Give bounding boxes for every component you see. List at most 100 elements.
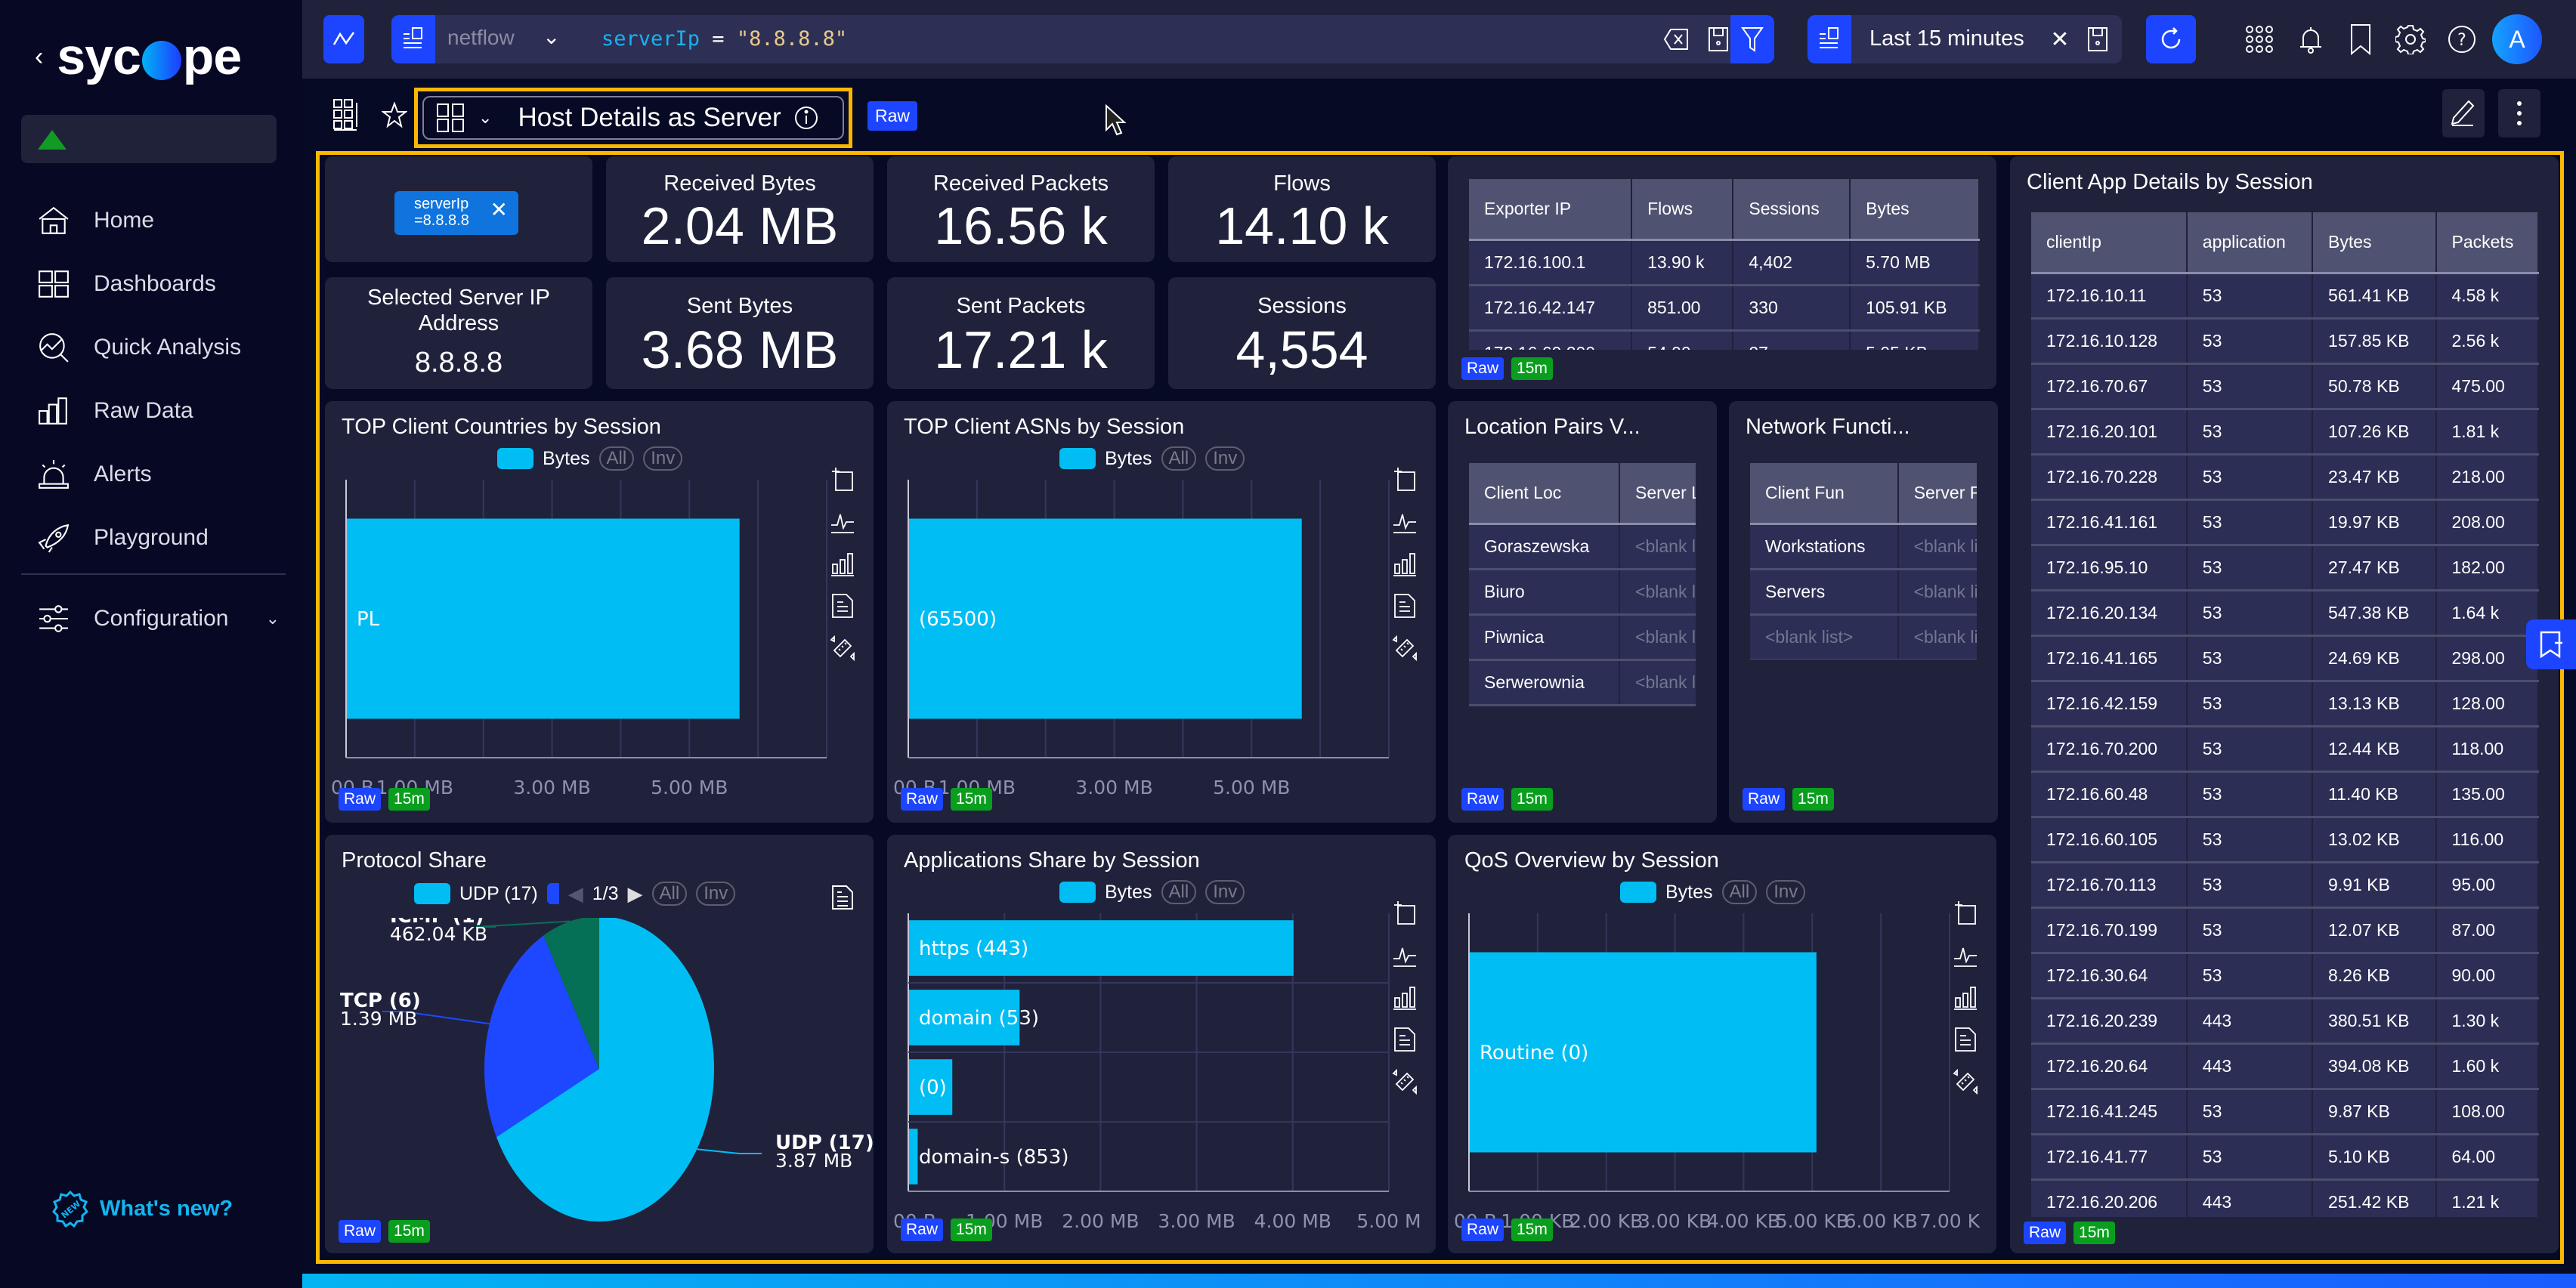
- column-header[interactable]: Sessions: [1733, 179, 1851, 241]
- column-header[interactable]: Bytes: [1850, 179, 1980, 241]
- table-row[interactable]: 172.16.42.147 851.00 330 105.91 KB: [1469, 285, 1980, 332]
- user-avatar[interactable]: A: [2492, 14, 2542, 64]
- table-row[interactable]: 172.16.60.20054.00275.05 KB: [1469, 330, 1980, 350]
- table-row[interactable]: 172.16.10.11 53 561.41 KB 4.58 k: [2031, 273, 2539, 320]
- table-row[interactable]: 172.16.42.159 53 13.13 KB 128.00: [2031, 681, 2539, 727]
- table-row[interactable]: 172.16.20.134 53 547.38 KB 1.64 k: [2031, 590, 2539, 637]
- save-time-icon[interactable]: [2084, 26, 2111, 53]
- table-row[interactable]: 172.16.41.77 53 5.10 KB 64.00: [2031, 1134, 2539, 1181]
- column-header[interactable]: Bytes: [2312, 212, 2437, 274]
- table-row[interactable]: Servers<blank list: [1750, 569, 1977, 616]
- legend-label[interactable]: Bytes: [1105, 448, 1152, 470]
- sidebar-item-raw-data[interactable]: Raw Data: [38, 379, 287, 443]
- column-header[interactable]: Exporter IP: [1469, 179, 1633, 241]
- table-row[interactable]: Piwnica<blank list: [1469, 614, 1696, 661]
- sidebar-item-alerts[interactable]: Alerts: [38, 443, 287, 506]
- clear-time-icon[interactable]: ✕: [2048, 26, 2072, 53]
- exporters-table-viewport[interactable]: Exporter IP Flows Sessions Bytes 172.16.100…: [1469, 179, 1980, 350]
- query-input[interactable]: serverIp = "8.8.8.8": [601, 27, 847, 51]
- legend-all-button[interactable]: All: [1161, 446, 1197, 471]
- column-header[interactable]: Packets: [2435, 212, 2539, 274]
- table-row[interactable]: 172.16.70.113 53 9.91 KB 95.00: [2031, 862, 2539, 909]
- table-row[interactable]: 172.16.20.101 53 107.26 KB 1.81 k: [2031, 409, 2539, 456]
- apps-grid-icon[interactable]: [2243, 23, 2276, 56]
- filter-button[interactable]: [1730, 15, 1774, 63]
- time-range-picker[interactable]: Last 15 minutes ✕: [1808, 15, 2122, 63]
- chevron-down-icon[interactable]: ⌄: [266, 609, 280, 629]
- legend-swatch[interactable]: [1620, 882, 1656, 903]
- sidebar-item-quick-analysis[interactable]: Quick Analysis: [38, 316, 287, 379]
- favorite-star-icon[interactable]: [381, 98, 408, 131]
- table-row[interactable]: <blank list><blank list: [1750, 614, 1977, 659]
- table-row[interactable]: 172.16.20.206 443 251.42 KB 1.21 k: [2031, 1179, 2539, 1217]
- legend-inv-button[interactable]: Inv: [1205, 446, 1245, 471]
- analytics-button[interactable]: [323, 15, 364, 63]
- legend-swatch[interactable]: [414, 883, 450, 904]
- time-range-source-button[interactable]: [1808, 15, 1851, 63]
- logo[interactable]: ‹ syc pe: [35, 27, 242, 86]
- table-row[interactable]: 172.16.60.105 53 13.02 KB 116.00: [2031, 817, 2539, 863]
- legend-all-button[interactable]: All: [651, 882, 688, 906]
- legend-swatch[interactable]: [497, 448, 533, 469]
- legend-all-button[interactable]: All: [598, 446, 635, 471]
- datasource-button[interactable]: [391, 15, 435, 63]
- column-header[interactable]: Client Loc: [1469, 463, 1621, 525]
- sidebar-item-dashboards[interactable]: Dashboards: [38, 252, 287, 316]
- column-header[interactable]: Server Lo: [1619, 463, 1696, 525]
- dashboard-selector[interactable]: ⌄ Host Details as Server: [414, 88, 852, 148]
- query-bar[interactable]: netflow ⌄ serverIp = "8.8.8.8": [391, 15, 1774, 63]
- table-row[interactable]: 172.16.30.64 53 8.26 KB 90.00: [2031, 953, 2539, 999]
- raw-mode-badge[interactable]: Raw: [867, 101, 918, 131]
- legend-swatch[interactable]: [546, 883, 559, 904]
- sidebar-item-home[interactable]: Home: [38, 189, 287, 252]
- table-row[interactable]: 172.16.10.128 53 157.85 KB 2.56 k: [2031, 318, 2539, 365]
- table-row[interactable]: Workstations<blank list: [1750, 524, 1977, 570]
- edit-dashboard-button[interactable]: [2442, 89, 2485, 137]
- datasource-chevron-icon[interactable]: ⌄: [543, 24, 560, 49]
- table-row[interactable]: 172.16.70.199 53 12.07 KB 87.00: [2031, 907, 2539, 954]
- legend-next-icon[interactable]: ▶: [628, 882, 643, 906]
- table-row[interactable]: 172.16.70.200 53 12.44 KB 118.00: [2031, 726, 2539, 773]
- table-row[interactable]: Biuro<blank list: [1469, 569, 1696, 616]
- legend-inv-button[interactable]: Inv: [696, 882, 736, 906]
- legend-swatch[interactable]: [1059, 882, 1096, 903]
- legend-inv-button[interactable]: Inv: [1766, 880, 1806, 904]
- table-row[interactable]: Goraszewska<blank list: [1469, 524, 1696, 570]
- sidebar-item-playground[interactable]: Playground: [38, 506, 287, 570]
- column-header[interactable]: application: [2186, 212, 2314, 274]
- legend-inv-button[interactable]: Inv: [1205, 880, 1245, 904]
- save-query-icon[interactable]: [1705, 26, 1732, 53]
- column-header[interactable]: Client Fun: [1750, 463, 1899, 525]
- table-row[interactable]: 172.16.100.1 13.90 k 4,402 5.70 MB: [1469, 239, 1980, 286]
- client-app-table-viewport[interactable]: clientIp application Bytes Packets 172.16.1…: [2031, 212, 2539, 1217]
- legend-all-button[interactable]: All: [1161, 880, 1197, 904]
- table-row[interactable]: 172.16.41.245 53 9.87 KB 108.00: [2031, 1089, 2539, 1135]
- table-row[interactable]: 172.16.20.239 443 380.51 KB 1.30 k: [2031, 998, 2539, 1045]
- bookmark-icon[interactable]: [2347, 23, 2374, 56]
- sidebar-item-configuration[interactable]: Configuration ⌄: [38, 585, 280, 652]
- chevron-down-icon[interactable]: ⌄: [478, 108, 492, 128]
- table-row[interactable]: Serwerownia<blank list: [1469, 659, 1696, 706]
- clear-query-icon[interactable]: [1661, 26, 1691, 53]
- legend-all-button[interactable]: All: [1721, 880, 1758, 904]
- table-row[interactable]: 172.16.60.48 53 11.40 KB 135.00: [2031, 771, 2539, 818]
- table-row[interactable]: 172.16.70.228 53 23.47 KB 218.00: [2031, 454, 2539, 501]
- settings-gear-icon[interactable]: [2394, 23, 2427, 56]
- remove-filter-icon[interactable]: ✕: [490, 199, 508, 221]
- whats-new-link[interactable]: NEW What's new?: [51, 1190, 233, 1228]
- refresh-button[interactable]: [2146, 15, 2196, 63]
- collapse-sidebar-icon[interactable]: ‹: [35, 42, 43, 72]
- column-header[interactable]: Server Fu: [1897, 463, 1977, 525]
- system-status[interactable]: [21, 115, 277, 163]
- legend-inv-button[interactable]: Inv: [643, 446, 683, 471]
- table-row[interactable]: 172.16.20.64 443 394.08 KB 1.60 k: [2031, 1043, 2539, 1090]
- column-header[interactable]: clientIp: [2031, 212, 2188, 274]
- table-row[interactable]: 172.16.95.10 53 27.47 KB 182.00: [2031, 545, 2539, 591]
- legend-label[interactable]: Bytes: [1105, 882, 1152, 903]
- legend-label[interactable]: Bytes: [1665, 882, 1713, 903]
- legend-swatch[interactable]: [1059, 448, 1096, 469]
- table-row[interactable]: 172.16.70.67 53 50.78 KB 475.00: [2031, 363, 2539, 410]
- legend-label[interactable]: Bytes: [543, 448, 590, 470]
- column-header[interactable]: Flows: [1631, 179, 1734, 241]
- dashboard-list-icon[interactable]: [331, 98, 364, 131]
